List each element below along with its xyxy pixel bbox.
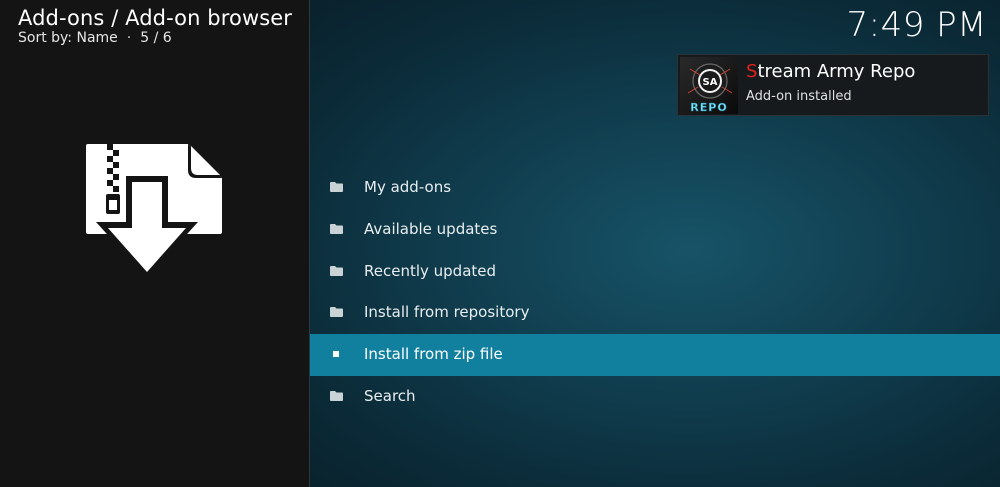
notification-title-rest: tream Army Repo — [757, 61, 916, 82]
menu-item-label: Available updates — [364, 219, 498, 238]
notification-title-initial: S — [746, 61, 758, 82]
addon-browser-screen: Add-ons / Add-on browser Sort by: Name · 5… — [0, 0, 1000, 487]
addon-menu-list: My add-ons Available updates Recently up… — [310, 167, 1000, 418]
notification-message: Add-on installed — [746, 89, 852, 104]
sort-label[interactable]: Sort by: Name — [18, 30, 118, 46]
menu-item-available-updates[interactable]: Available updates — [310, 209, 1000, 251]
menu-item-recently-updated[interactable]: Recently updated — [310, 251, 1000, 293]
folder-icon — [330, 265, 343, 276]
menu-item-label: Install from zip file — [364, 345, 503, 364]
stream-army-logo-icon: SA REPO — [680, 57, 738, 114]
page-title: Add-ons / Add-on browser — [18, 6, 293, 30]
notification-toast: SA REPO Stream Army Repo Add-on installe… — [677, 54, 989, 116]
svg-text:SA: SA — [703, 77, 718, 88]
install-from-zip-icon — [82, 140, 228, 280]
folder-icon — [330, 390, 343, 401]
notification-title: Stream Army Repo — [746, 60, 915, 84]
menu-item-label: Search — [364, 386, 416, 405]
sort-info: Sort by: Name · 5 / 6 — [18, 29, 172, 47]
separator-dot: · — [126, 30, 132, 46]
folder-icon — [330, 182, 343, 192]
menu-item-label: Recently updated — [364, 261, 497, 280]
clock: 7:49 PM — [846, 5, 987, 45]
left-panel: Add-ons / Add-on browser Sort by: Name · 5… — [0, 0, 310, 487]
folder-icon — [330, 223, 343, 234]
menu-item-label: Install from repository — [364, 303, 530, 322]
menu-item-install-from-repository[interactable]: Install from repository — [310, 292, 1000, 334]
menu-item-my-addons[interactable]: My add-ons — [310, 167, 1000, 209]
menu-item-install-from-zip-file[interactable]: Install from zip file — [310, 334, 1000, 376]
menu-item-label: My add-ons — [364, 178, 452, 196]
bullet-icon — [333, 351, 339, 358]
thumbnail-text: REPO — [690, 101, 727, 114]
folder-icon — [330, 307, 343, 318]
menu-item-search[interactable]: Search — [310, 376, 1000, 418]
item-position: 5 / 6 — [140, 30, 172, 46]
